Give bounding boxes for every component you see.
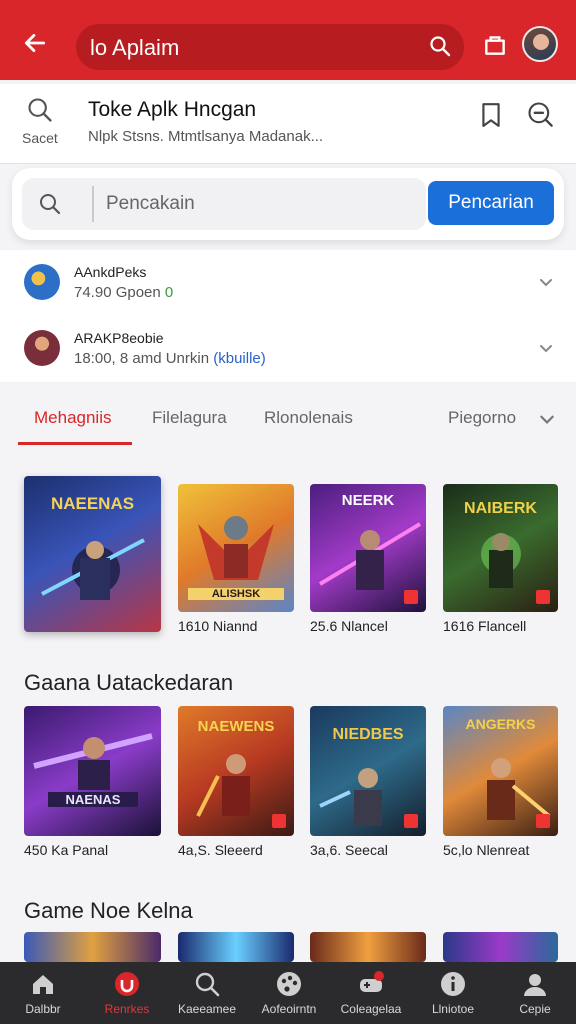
nav-item-profile[interactable]: Cepie <box>494 962 576 1024</box>
nav-item-games[interactable]: Coleagelaa <box>330 962 412 1024</box>
game-label: 3a,6. Seecal <box>310 842 388 858</box>
game-label: 25.6 Nlancel <box>310 618 388 634</box>
back-arrow-icon[interactable] <box>22 30 48 56</box>
nav-item-home[interactable]: Dalbbr <box>2 962 84 1024</box>
game-art-title: NAEENAS <box>50 494 135 513</box>
user-avatar[interactable] <box>522 26 558 62</box>
nav-item-search[interactable]: Kaeeamee <box>166 962 248 1024</box>
info-icon <box>441 972 465 996</box>
top-search-bar[interactable]: lo Aplaim <box>76 24 464 70</box>
badge-icon <box>536 590 550 604</box>
suggestion-item[interactable]: ARAKP8eobie 18:00, 8 amd Unrkin (kbuille… <box>0 316 576 382</box>
search-button[interactable]: Pencarian <box>428 181 554 225</box>
game-art-title: NEERK <box>341 492 395 509</box>
chevron-down-icon[interactable] <box>538 274 554 290</box>
nav-label: Coleagelaa <box>340 1002 402 1016</box>
suggestion-item[interactable]: AAnkdPeks 74.90 Gpoen 0 <box>0 250 576 316</box>
nav-item-palette[interactable]: Aofeoirntn <box>248 962 330 1024</box>
nav-label: Kaeeamee <box>177 1002 237 1016</box>
game-card[interactable]: NEERK <box>310 484 426 612</box>
gamepad-icon <box>360 971 384 992</box>
suggestion-name: AAnkdPeks <box>74 264 147 280</box>
tab-rlonolenais[interactable]: Rlonolenais <box>264 408 353 428</box>
tab-mehagniis[interactable]: Mehagniis <box>34 408 112 428</box>
nav-label: Renrkes <box>104 1002 150 1016</box>
palette-icon <box>277 972 301 996</box>
search-input[interactable] <box>106 190 406 218</box>
suggestion-meta: 18:00, 8 amd Unrkin (kbuille) <box>74 350 266 367</box>
search-icon[interactable] <box>428 34 452 58</box>
search-icon <box>40 194 61 215</box>
game-label: 1610 Niannd <box>178 618 258 634</box>
game-card[interactable]: NAEWENS <box>178 706 294 836</box>
zoom-out-icon[interactable] <box>526 100 554 128</box>
bag-icon[interactable] <box>482 32 508 58</box>
suggestion-name: ARAKP8eobie <box>74 330 164 346</box>
game-label: 1616 Flancell <box>443 618 527 634</box>
page-title: Toke Aplk Hncgan <box>88 98 257 121</box>
game-card[interactable] <box>24 932 161 962</box>
tab-filelagura[interactable]: Filelagura <box>152 408 227 428</box>
badge-icon <box>404 814 418 828</box>
search-icon <box>195 972 220 997</box>
game-card[interactable]: ALISHSK <box>178 484 294 612</box>
nav-item-brand[interactable]: Renrkes <box>86 962 168 1024</box>
section-title: Gaana Uatackedaran <box>24 670 234 695</box>
badge-icon <box>404 590 418 604</box>
top-search-text: lo Aplaim <box>90 35 180 60</box>
game-card[interactable]: NAENAS <box>24 706 161 836</box>
search-label: Sacet <box>22 130 58 146</box>
chevron-down-icon[interactable] <box>538 410 556 428</box>
game-card[interactable] <box>310 932 426 962</box>
top-app-bar: lo Aplaim <box>0 0 576 80</box>
page-subtitle: Nlpk Stsns. Mtmtlsanya Madanak... <box>88 128 324 145</box>
section-title: Game Noe Kelna <box>24 898 193 923</box>
badge-icon <box>272 814 286 828</box>
game-label: 5c,lo Nlenreat <box>443 842 530 858</box>
category-tabs: Mehagniis Filelagura Rlonolenais Piegorn… <box>0 390 576 448</box>
game-card[interactable]: NAIBERK <box>443 484 558 612</box>
game-art-title: ALISHSK <box>188 588 284 600</box>
search-result-header: Sacet Toke Aplk Hncgan Nlpk Stsns. Mtmtl… <box>0 84 576 164</box>
home-icon <box>33 975 53 994</box>
profile-icon <box>524 974 546 996</box>
game-art-title: NAENAS <box>48 792 138 807</box>
bookmark-icon[interactable] <box>480 102 502 128</box>
game-art <box>33 733 153 790</box>
game-card[interactable]: ANGERKS <box>443 706 558 836</box>
game-art-title: NAIBERK <box>464 500 537 517</box>
nav-label: Cepie <box>519 1002 551 1016</box>
game-art-title: NIEDBES <box>332 726 404 743</box>
game-card[interactable] <box>443 932 558 962</box>
suggestion-meta: 74.90 Gpoen 0 <box>74 284 174 301</box>
game-label: 4a,S. Sleeerd <box>178 842 263 858</box>
nav-label: Dalbbr <box>25 1002 61 1016</box>
game-card[interactable]: NIEDBES <box>310 706 426 836</box>
search-card: Pencarian <box>12 168 564 240</box>
tab-piegorno[interactable]: Piegorno <box>448 408 516 428</box>
badge-icon <box>536 814 550 828</box>
game-art-title: ANGERKS <box>465 716 536 732</box>
game-art-title: NAEWENS <box>197 718 275 735</box>
app-icon <box>24 330 60 366</box>
bottom-navigation: Dalbbr Renrkes Kaeeamee Aofeoirntn Colea… <box>0 962 576 1024</box>
game-label: 450 Ka Panal <box>24 842 109 858</box>
app-icon <box>24 264 60 300</box>
game-card[interactable]: NAEENAS <box>24 476 161 632</box>
nav-label: Llniotoe <box>431 1002 475 1016</box>
active-tab-indicator <box>18 442 132 445</box>
nav-label: Aofeoirntn <box>261 1002 317 1016</box>
search-divider <box>92 186 94 222</box>
game-card[interactable] <box>178 932 294 962</box>
brand-icon <box>115 972 139 996</box>
chevron-down-icon[interactable] <box>538 340 554 356</box>
search-icon[interactable] <box>26 96 54 124</box>
search-field[interactable] <box>22 178 426 230</box>
nav-item-info[interactable]: Llniotoe <box>412 962 494 1024</box>
